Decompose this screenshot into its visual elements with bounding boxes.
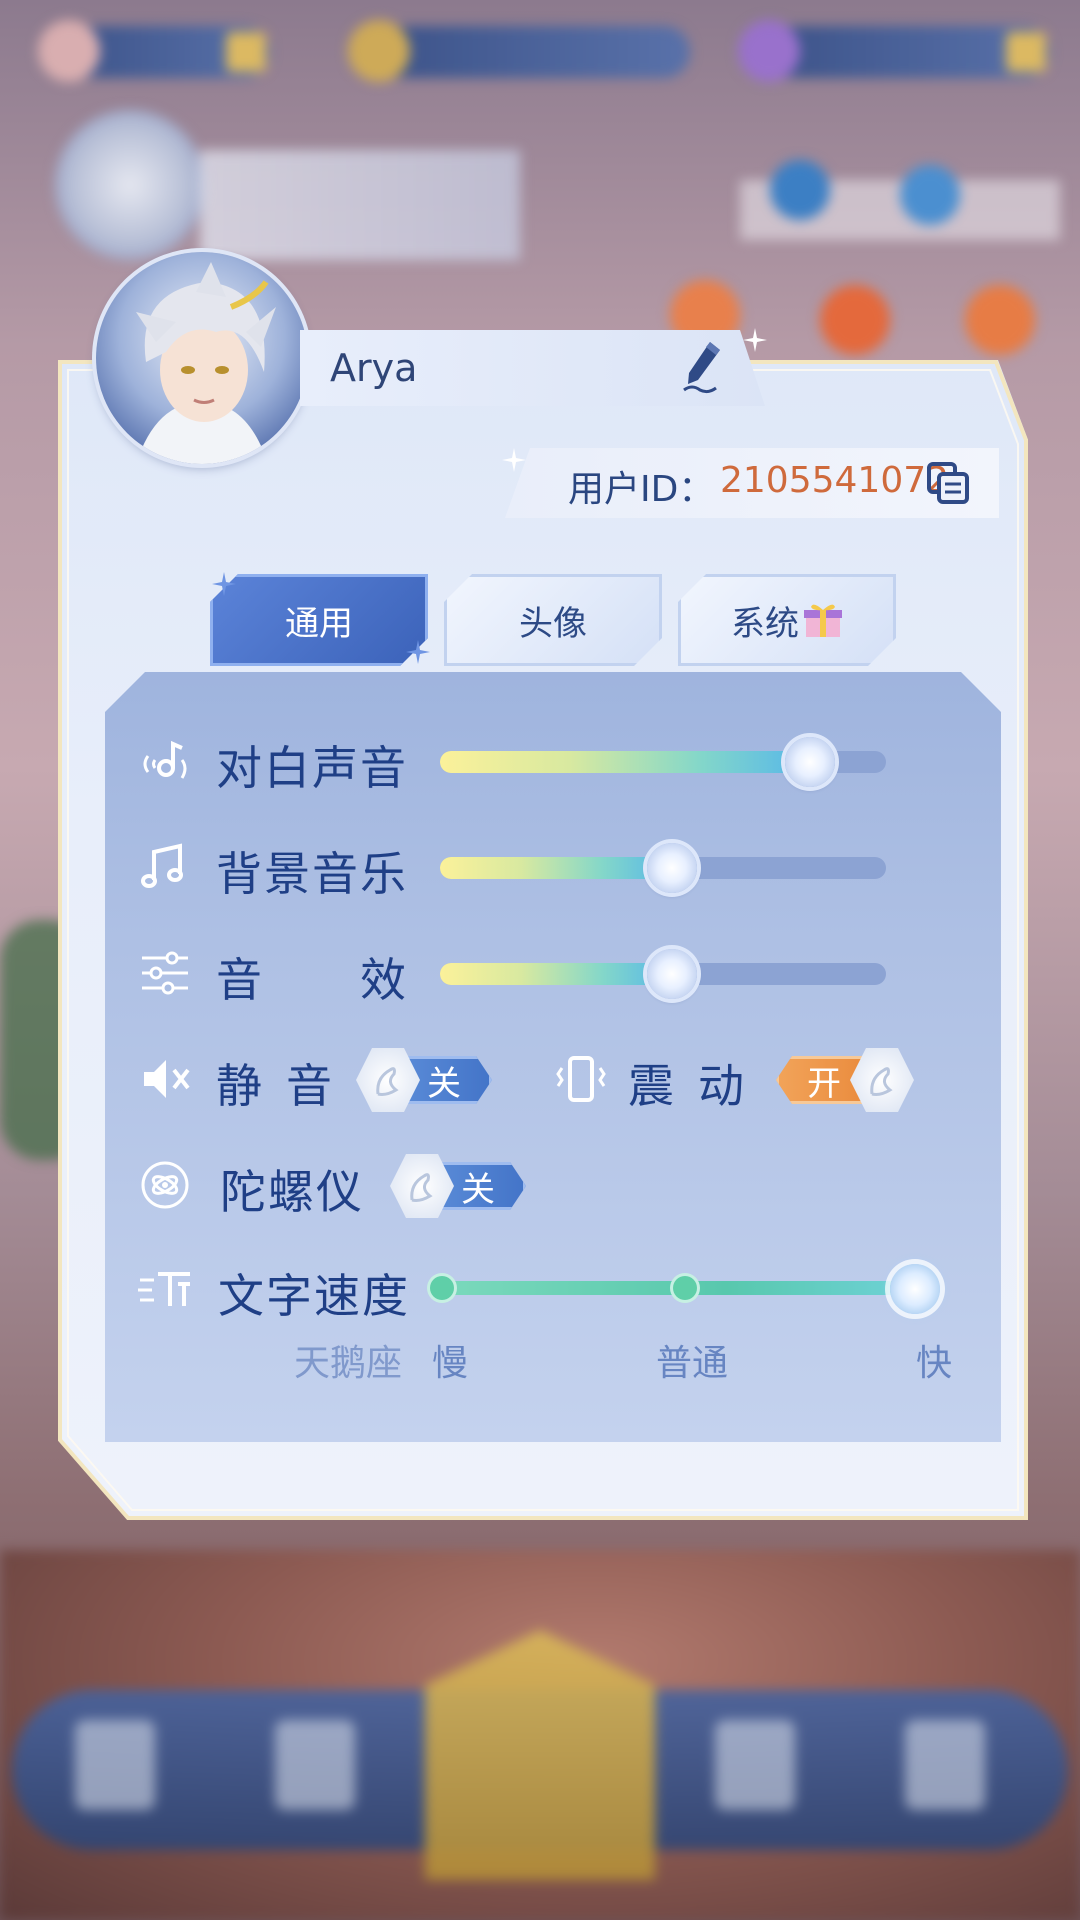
sparkle-icon (212, 572, 236, 596)
dialogue-voice-label: 对白声音 (216, 741, 408, 795)
vibration-label-2: 动 (698, 1059, 746, 1113)
dialogue-voice-slider[interactable] (440, 737, 886, 787)
gyroscope-icon (141, 1161, 189, 1209)
sparkle-icon (502, 448, 526, 472)
uid-label: 用户ID： (568, 469, 715, 510)
text-speed-option-slow[interactable]: 慢 (432, 1334, 468, 1386)
sfx-label-1: 音 (216, 953, 264, 1007)
vibration-label-1: 震 (628, 1059, 676, 1113)
mute-label-1: 静 (216, 1059, 264, 1113)
tab-system[interactable]: 系统 (678, 574, 896, 666)
equalizer-icon (142, 951, 188, 995)
tab-avatar-label: 头像 (519, 603, 587, 644)
gyroscope-toggle[interactable]: 关 (390, 1154, 528, 1218)
pencil-icon[interactable] (680, 338, 730, 394)
mute-label-2: 音 (286, 1059, 334, 1113)
copy-icon[interactable] (925, 460, 971, 506)
text-speed-label: 文字速度 (218, 1269, 410, 1323)
sfx-label-2: 效 (360, 953, 408, 1007)
text-speed-hint: 天鹅座 (294, 1343, 403, 1384)
resource-pill-1 (38, 20, 270, 82)
voice-icon (143, 740, 187, 779)
text-speed-icon (138, 1272, 190, 1306)
mute-toggle[interactable]: 关 (356, 1048, 494, 1112)
sparkle-icon (406, 640, 430, 664)
vibration-toggle[interactable]: 开 (776, 1048, 914, 1112)
text-speed-option-fast[interactable]: 快 (916, 1334, 952, 1386)
text-speed-option-normal[interactable]: 普通 (656, 1334, 728, 1386)
text-speed-knob[interactable] (890, 1264, 940, 1314)
slider-knob[interactable] (646, 949, 697, 999)
avatar[interactable] (96, 252, 308, 464)
resource-pill-2 (348, 20, 690, 82)
bgm-slider[interactable] (440, 843, 886, 893)
tab-general-label: 通用 (285, 603, 353, 644)
slider-knob[interactable] (785, 737, 836, 787)
resource-pill-3 (738, 20, 1050, 82)
slider-fill (440, 963, 672, 985)
sfx-slider[interactable] (440, 949, 886, 999)
music-note-icon (141, 843, 183, 888)
sparkle-icon (743, 328, 767, 352)
tab-system-label: 系统 (731, 603, 799, 644)
slider-fill (440, 751, 811, 773)
tab-general[interactable]: 通用 (210, 574, 428, 666)
tab-avatar[interactable]: 头像 (444, 574, 662, 666)
bgm-label: 背景音乐 (216, 847, 408, 901)
text-speed-stop-slow[interactable] (430, 1276, 454, 1300)
text-speed-stop-normal[interactable] (673, 1276, 697, 1300)
gyroscope-label: 陀螺仪 (220, 1165, 364, 1219)
resource-bar (30, 20, 1050, 86)
gift-icon (804, 604, 842, 637)
vibrate-phone-icon (556, 1056, 606, 1102)
slider-knob[interactable] (646, 843, 697, 893)
speaker-mute-icon (144, 1060, 190, 1098)
slider-fill (440, 857, 672, 879)
uid-value: 2105541072 (720, 460, 950, 501)
player-name: Arya (330, 346, 418, 390)
character-portrait (96, 252, 308, 464)
